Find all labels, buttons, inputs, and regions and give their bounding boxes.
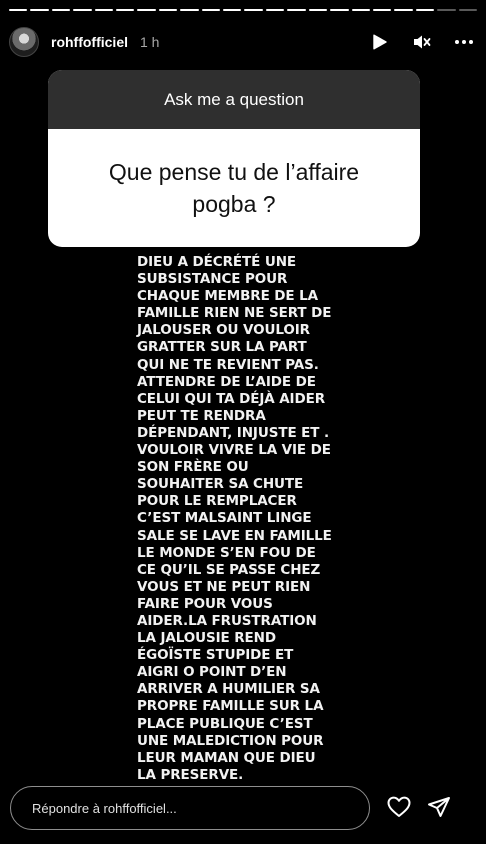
heart-icon[interactable]: [385, 793, 413, 821]
progress-segment: [394, 9, 413, 11]
progress-segment: [437, 9, 456, 11]
question-sticker[interactable]: Ask me a question Que pense tu de l’affa…: [48, 70, 420, 247]
story-body-text: DIEU A DÉCRÉTÉ UNE SUBSISTANCE POUR CHAQ…: [137, 254, 332, 783]
username[interactable]: rohffofficiel: [51, 34, 128, 50]
play-icon[interactable]: [370, 32, 390, 52]
reply-placeholder: Répondre à rohffofficiel...: [32, 800, 177, 816]
progress-segment: [330, 9, 349, 11]
progress-segment: [73, 9, 92, 11]
send-icon[interactable]: [425, 793, 453, 821]
reply-input[interactable]: Répondre à rohffofficiel...: [10, 786, 370, 830]
question-sticker-title: Ask me a question: [48, 70, 420, 129]
mute-icon[interactable]: [412, 32, 432, 52]
progress-segment: [415, 9, 435, 11]
progress-segment: [223, 9, 242, 11]
progress-segment: [51, 9, 71, 11]
question-text: Que pense tu de l’affaire pogba ?: [108, 159, 360, 217]
progress-segment: [94, 9, 114, 11]
progress-segment: [180, 9, 199, 11]
progress-segment: [244, 9, 263, 11]
progress-segment: [351, 9, 370, 11]
progress-segment: [201, 9, 221, 11]
story-controls: [370, 32, 474, 52]
progress-segment: [158, 9, 178, 11]
progress-segment: [137, 9, 156, 11]
avatar[interactable]: [9, 27, 39, 57]
progress-segment: [265, 9, 285, 11]
progress-segment: [287, 9, 306, 11]
post-time: 1 h: [140, 34, 160, 50]
progress-segment: [9, 9, 28, 11]
story-header: rohffofficiel 1 h: [9, 23, 474, 61]
story-progress-bar: [9, 9, 477, 13]
progress-segment: [308, 9, 328, 11]
progress-segment: [30, 9, 49, 11]
progress-segment: [116, 9, 135, 11]
progress-segment: [372, 9, 392, 11]
progress-segment: [458, 9, 477, 11]
more-icon[interactable]: [454, 32, 474, 52]
